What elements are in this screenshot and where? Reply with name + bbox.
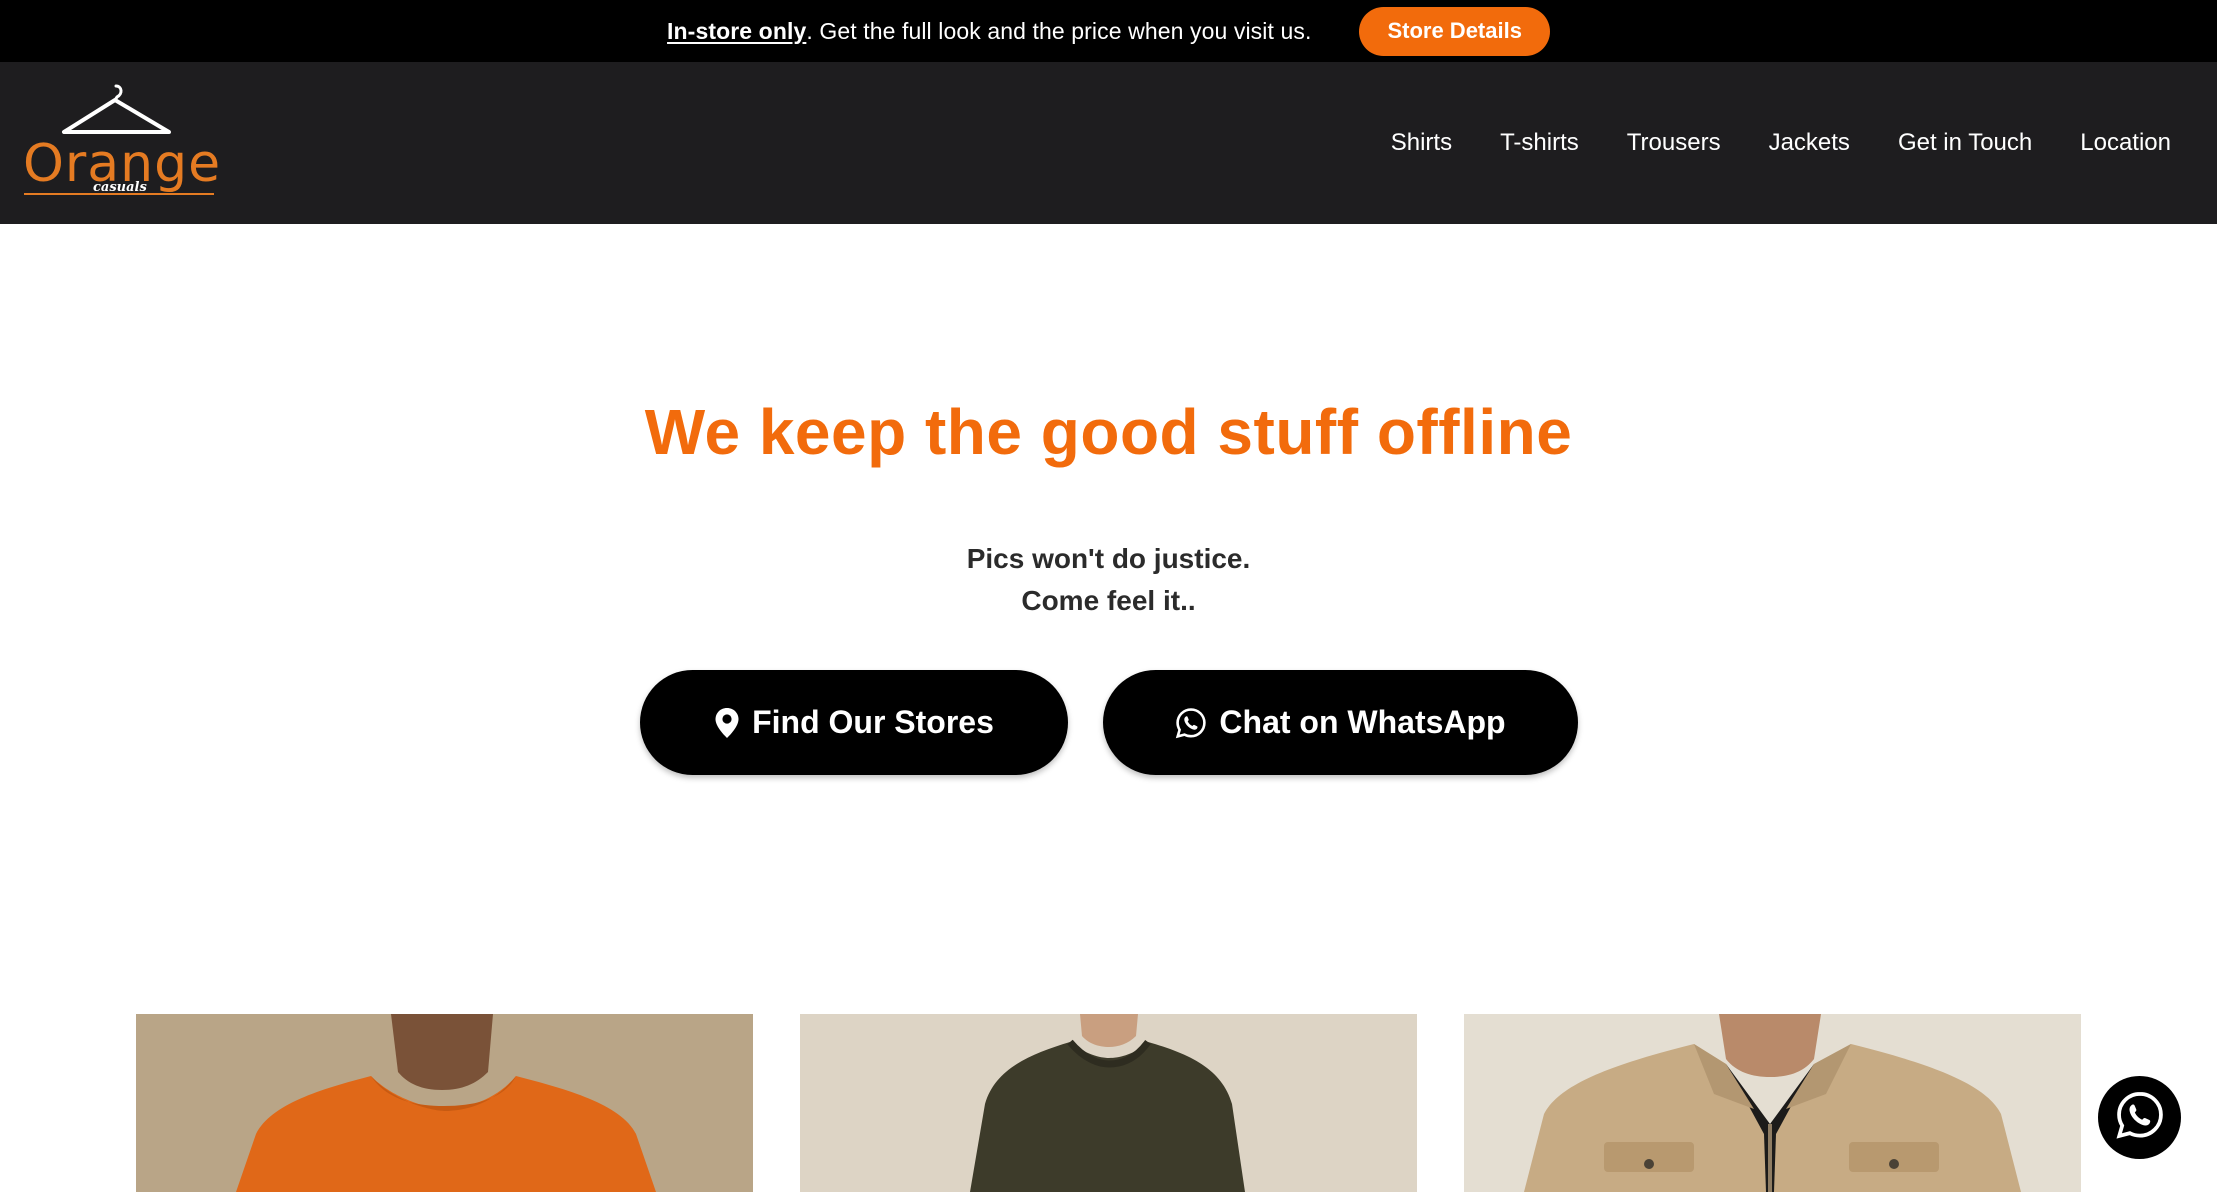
- nav-item-get-in-touch[interactable]: Get in Touch: [1898, 129, 2032, 157]
- orange-tshirt-photo: [136, 1014, 753, 1192]
- khaki-jacket-photo: [1464, 1014, 2081, 1192]
- product-card[interactable]: [136, 1014, 753, 1192]
- olive-sweater-photo: [800, 1014, 1417, 1192]
- find-stores-label: Find Our Stores: [752, 704, 994, 740]
- hero-title: We keep the good stuff offline: [644, 396, 1573, 468]
- chat-whatsapp-button[interactable]: Chat on WhatsApp: [1103, 670, 1578, 775]
- nav-item-tshirts[interactable]: T-shirts: [1500, 129, 1579, 157]
- announcement-strong-text[interactable]: In-store only: [667, 18, 806, 44]
- brand-underline: [24, 193, 214, 195]
- whatsapp-icon: [2115, 1090, 2165, 1145]
- map-pin-icon: [714, 707, 740, 739]
- hero-subtitle-line2: Come feel it..: [1021, 585, 1196, 616]
- announcement-bar: In-store only. Get the full look and the…: [0, 0, 2217, 62]
- whatsapp-icon: [1175, 707, 1207, 739]
- nav-item-shirts[interactable]: Shirts: [1391, 129, 1452, 157]
- announcement-body-text: . Get the full look and the price when y…: [806, 17, 1312, 44]
- chat-whatsapp-label: Chat on WhatsApp: [1219, 704, 1506, 740]
- floating-whatsapp-button[interactable]: [2098, 1076, 2181, 1159]
- site-header: Orange casuals Shirts T-shirts Trousers …: [0, 62, 2217, 224]
- brand-logo[interactable]: Orange casuals: [22, 80, 220, 200]
- find-stores-button[interactable]: Find Our Stores: [640, 670, 1068, 775]
- main-nav: Shirts T-shirts Trousers Jackets Get in …: [1343, 62, 2171, 224]
- nav-item-trousers[interactable]: Trousers: [1627, 129, 1721, 157]
- store-details-button[interactable]: Store Details: [1359, 6, 1550, 56]
- announcement-text: In-store only. Get the full look and the…: [667, 18, 1311, 45]
- product-card[interactable]: [1464, 1014, 2081, 1192]
- nav-item-jackets[interactable]: Jackets: [1769, 129, 1850, 157]
- product-card[interactable]: [800, 1014, 1417, 1192]
- nav-item-location[interactable]: Location: [2080, 129, 2171, 157]
- hero-subtitle-line1: Pics won't do justice.: [966, 543, 1251, 574]
